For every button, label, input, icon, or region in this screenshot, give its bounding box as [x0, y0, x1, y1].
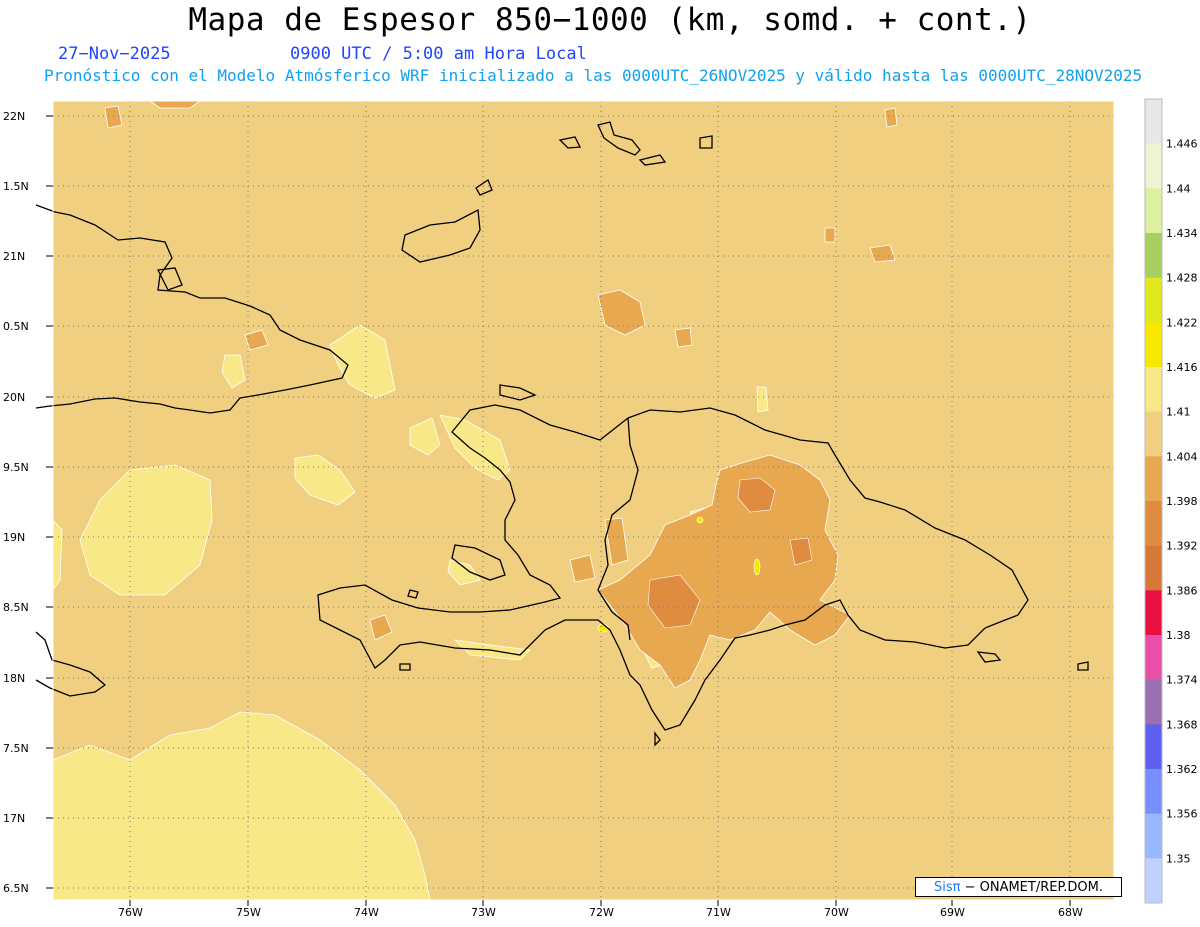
colorbar-label: 1.416 [1166, 361, 1198, 374]
colorbar-label: 1.368 [1166, 718, 1198, 731]
thickness-map: 22N 1.5N 21N 0.5N 20N 9.5N 19N 8.5N 18N … [3, 98, 1198, 919]
colorbar-swatch [1145, 590, 1162, 636]
colorbar-label: 1.386 [1166, 584, 1198, 597]
colorbar-swatch [1145, 456, 1162, 502]
colorbar-swatch [1145, 322, 1162, 368]
brand-label: Sisπ [933, 880, 961, 895]
colorbar-label: 1.404 [1166, 450, 1198, 463]
colorbar-label: 1.35 [1166, 852, 1191, 865]
lat-label: 0.5N [3, 320, 29, 333]
lon-label: 75W [236, 906, 261, 919]
colorbar-swatch [1145, 367, 1162, 413]
longitude-labels: 76W 75W 74W 73W 72W 71W 70W 69W 68W [118, 906, 1083, 919]
lat-label: 22N [3, 110, 25, 123]
colorbar-label: 1.422 [1166, 316, 1198, 329]
lon-label: 76W [118, 906, 143, 919]
colorbar-label: 1.356 [1166, 808, 1198, 821]
colorbar-swatch [1145, 724, 1162, 770]
lat-ticks [46, 115, 53, 889]
colorbar-swatch [1145, 99, 1162, 145]
lat-label: 8.5N [3, 601, 29, 614]
lat-label: 6.5N [3, 882, 29, 895]
colorbar-label: 1.362 [1166, 763, 1198, 776]
lat-label: 21N [3, 250, 25, 263]
colorbar-swatch [1145, 188, 1162, 234]
colorbar-swatch [1145, 545, 1162, 591]
colorbar-swatch [1145, 277, 1162, 323]
lat-label: 1.5N [3, 180, 29, 193]
colorbar: 1.446 1.44 1.434 1.428 1.422 1.416 1.41 1.404 1.… [1144, 98, 1198, 904]
colorbar-swatch [1145, 769, 1162, 815]
colorbar-label: 1.374 [1166, 674, 1198, 687]
colorbar-swatch [1145, 233, 1162, 279]
lon-label: 69W [940, 906, 965, 919]
lon-label: 73W [471, 906, 496, 919]
latitude-labels: 22N 1.5N 21N 0.5N 20N 9.5N 19N 8.5N 18N … [3, 110, 29, 895]
colorbar-label: 1.392 [1166, 540, 1198, 553]
colorbar-swatch [1145, 635, 1162, 681]
lat-label: 7.5N [3, 742, 29, 755]
colorbar-label: 1.38 [1166, 629, 1191, 642]
colorbar-label: 1.44 [1166, 182, 1191, 195]
lat-label: 9.5N [3, 461, 29, 474]
colorbar-swatch [1145, 143, 1162, 189]
colorbar-label: 1.398 [1166, 495, 1198, 508]
credit-box: Sisπ − ONAMET/REP.DOM. [915, 877, 1122, 897]
colorbar-label: 1.41 [1166, 406, 1191, 419]
lat-label: 19N [3, 531, 25, 544]
lon-label: 68W [1058, 906, 1083, 919]
colorbar-swatch [1145, 679, 1162, 725]
lat-label: 20N [3, 391, 25, 404]
lon-label: 74W [354, 906, 379, 919]
colorbar-label: 1.434 [1166, 227, 1198, 240]
lon-label: 70W [824, 906, 849, 919]
lon-label: 72W [589, 906, 614, 919]
colorbar-swatch [1145, 411, 1162, 457]
lon-label: 71W [706, 906, 731, 919]
colorbar-swatch [1145, 501, 1162, 547]
colorbar-label: 1.428 [1166, 272, 1198, 285]
lat-label: 17N [3, 812, 25, 825]
colorbar-label: 1.446 [1166, 138, 1198, 151]
org-label: − ONAMET/REP.DOM. [960, 880, 1103, 895]
colorbar-swatch [1145, 813, 1162, 859]
colorbar-swatch [1145, 858, 1162, 904]
lat-label: 18N [3, 672, 25, 685]
